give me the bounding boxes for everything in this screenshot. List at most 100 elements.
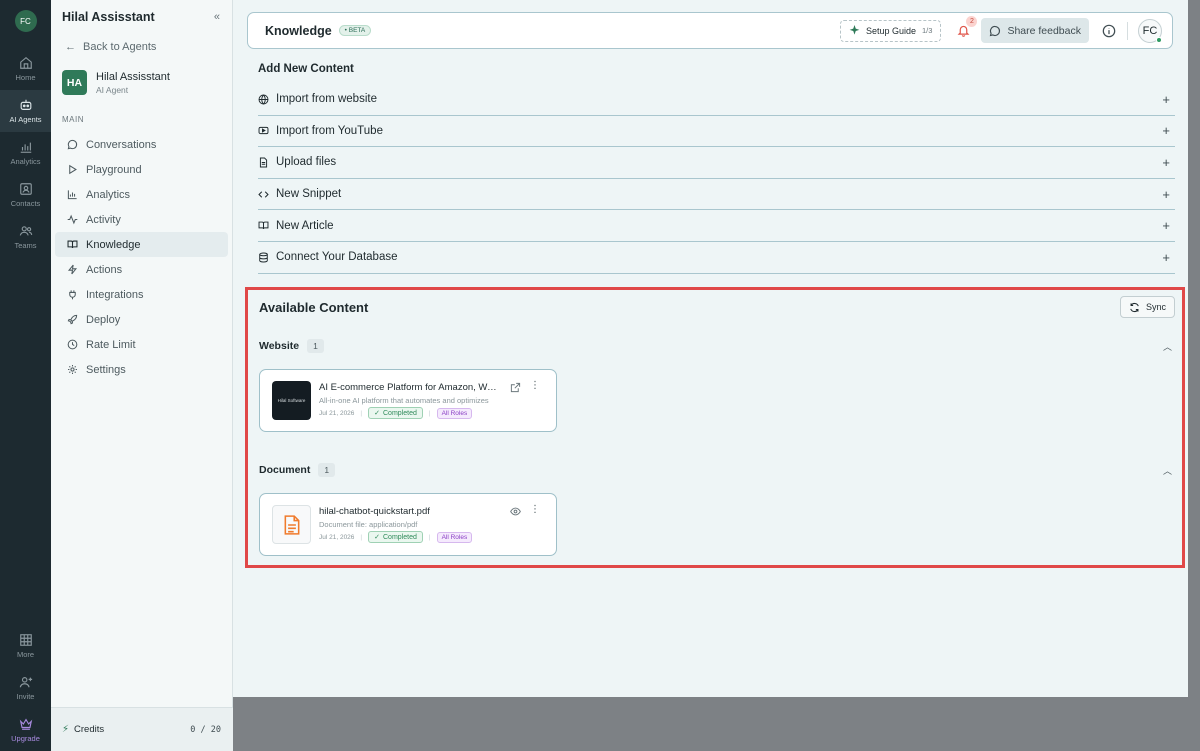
sidebar-item-label: Analytics	[86, 188, 131, 201]
setup-guide-count: 1/3	[922, 26, 933, 35]
check-circle-icon: ✓	[374, 534, 380, 541]
group-label: Document	[259, 464, 311, 476]
website-group-header[interactable]: Website 1	[259, 339, 324, 353]
sidebar-item-conversations[interactable]: Conversations	[55, 132, 228, 157]
roles-badge: All Roles	[436, 531, 473, 543]
website-content-card[interactable]: Hilal Software AI E-commerce Platform fo…	[259, 369, 557, 432]
import-website-row[interactable]: Import from website +	[258, 84, 1175, 116]
sidebar-item-deploy[interactable]: Deploy	[55, 307, 228, 332]
book-open-icon	[67, 240, 78, 249]
rail-item-more[interactable]: More	[0, 625, 51, 667]
plus-icon[interactable]: +	[1162, 155, 1175, 170]
check-circle-icon: ✓	[374, 410, 380, 417]
agent-avatar: HA	[62, 70, 87, 95]
row-label: Import from YouTube	[276, 124, 383, 137]
upload-files-row[interactable]: Upload files +	[258, 147, 1175, 179]
credits-value: 0 / 20	[190, 724, 221, 735]
sync-button[interactable]: Sync	[1119, 296, 1175, 318]
sidebar-item-rate-limit[interactable]: Rate Limit	[55, 332, 228, 357]
plus-icon[interactable]: +	[1162, 123, 1175, 138]
eye-icon[interactable]	[510, 506, 521, 517]
agent-card: HA Hilal Assisstant AI Agent	[51, 60, 232, 105]
robot-icon	[20, 99, 31, 110]
content-date: Jul 21, 2026	[319, 533, 355, 541]
external-link-icon[interactable]	[510, 382, 521, 393]
row-label: New Article	[276, 219, 334, 232]
rail-item-ai-agents[interactable]: AI Agents	[0, 90, 51, 132]
import-youtube-row[interactable]: Import from YouTube +	[258, 116, 1175, 148]
back-to-agents-link[interactable]: ← Back to Agents	[51, 34, 232, 60]
row-label: Connect Your Database	[276, 251, 398, 264]
group-count: 1	[307, 339, 324, 353]
sidebar-item-knowledge[interactable]: Knowledge	[55, 232, 228, 257]
chevron-up-icon[interactable]: ︿	[1163, 464, 1172, 477]
sidebar-item-activity[interactable]: Activity	[55, 207, 228, 232]
plus-icon[interactable]: +	[1162, 218, 1175, 233]
page-title: Knowledge	[265, 23, 332, 38]
content-description: Document file: application/pdf	[319, 520, 418, 529]
crown-icon	[19, 718, 32, 730]
rail-item-analytics[interactable]: Analytics	[0, 132, 51, 174]
share-feedback-label: Share feedback	[1007, 24, 1081, 37]
document-content-card[interactable]: hilal-chatbot-quickstart.pdf Document fi…	[259, 493, 557, 556]
sidebar-item-label: Conversations	[86, 138, 157, 151]
sidebar-header: Hilal Assisstant «	[51, 0, 232, 34]
chat-bubble-icon	[990, 25, 1001, 36]
sidebar-item-label: Integrations	[86, 288, 144, 301]
rail-item-contacts[interactable]: Contacts	[0, 174, 51, 216]
info-icon	[1102, 24, 1116, 37]
info-button[interactable]	[1101, 23, 1117, 39]
avatar-initials: FC	[1142, 24, 1158, 37]
setup-guide-button[interactable]: Setup Guide 1/3	[839, 19, 942, 42]
code-icon	[258, 190, 269, 198]
user-plus-icon	[19, 677, 32, 688]
new-snippet-row[interactable]: New Snippet +	[258, 179, 1175, 211]
clock-icon	[67, 339, 78, 350]
rail-label: Upgrade	[11, 734, 40, 743]
sidebar-item-label: Actions	[86, 263, 123, 276]
content-meta: Jul 21, 2026 | ✓ Completed | All Roles	[319, 407, 473, 419]
new-article-row[interactable]: New Article +	[258, 210, 1175, 242]
add-content-list: Import from website + Import from YouTub…	[258, 84, 1175, 274]
rail-item-teams[interactable]: Teams	[0, 216, 51, 258]
user-avatar[interactable]: FC	[14, 10, 37, 32]
rail-item-upgrade[interactable]: Upgrade	[0, 709, 51, 751]
user-avatar[interactable]: FC	[1138, 18, 1162, 43]
contact-card-icon	[19, 183, 32, 195]
sidebar-title: Hilal Assisstant	[62, 10, 155, 24]
credits-bar[interactable]: ⚡ Credits 0 / 20	[51, 707, 233, 751]
chevron-up-icon[interactable]: ︿	[1163, 340, 1172, 353]
sidebar-item-actions[interactable]: Actions	[55, 257, 228, 282]
rail-label: AI Agents	[9, 115, 42, 124]
sidebar-item-integrations[interactable]: Integrations	[55, 282, 228, 307]
sidebar-item-analytics[interactable]: Analytics	[55, 182, 228, 207]
lightning-icon	[67, 264, 78, 275]
sidebar-item-settings[interactable]: Settings	[55, 357, 228, 382]
plus-icon[interactable]: +	[1162, 92, 1175, 107]
sidebar-item-label: Rate Limit	[86, 338, 136, 351]
more-options-icon[interactable]: ⋮	[530, 381, 540, 391]
gear-icon	[68, 365, 77, 374]
plus-icon[interactable]: +	[1162, 250, 1175, 265]
notifications-button[interactable]: 2	[953, 15, 978, 42]
connect-database-row[interactable]: Connect Your Database +	[258, 242, 1175, 274]
users-icon	[19, 226, 32, 236]
rail-item-home[interactable]: Home	[0, 48, 51, 90]
back-label: Back to Agents	[83, 41, 157, 53]
row-label: Import from website	[276, 93, 377, 106]
document-group-header[interactable]: Document 1	[259, 463, 336, 477]
rail-label: Teams	[14, 241, 37, 250]
collapse-sidebar-icon[interactable]: «	[214, 11, 220, 23]
rail-item-invite[interactable]: Invite	[0, 667, 51, 709]
grid-icon	[19, 634, 32, 646]
available-content-heading: Available Content	[259, 300, 369, 315]
credits-label: Credits	[74, 724, 105, 735]
sidebar: Hilal Assisstant « ← Back to Agents HA H…	[51, 0, 233, 751]
plus-icon[interactable]: +	[1162, 187, 1175, 202]
file-text-icon	[284, 514, 299, 535]
more-options-icon[interactable]: ⋮	[530, 505, 540, 515]
share-feedback-button[interactable]: Share feedback	[981, 18, 1089, 43]
group-label: Website	[259, 340, 300, 352]
lightning-icon: ⚡	[62, 724, 70, 735]
sidebar-item-playground[interactable]: Playground	[55, 157, 228, 182]
